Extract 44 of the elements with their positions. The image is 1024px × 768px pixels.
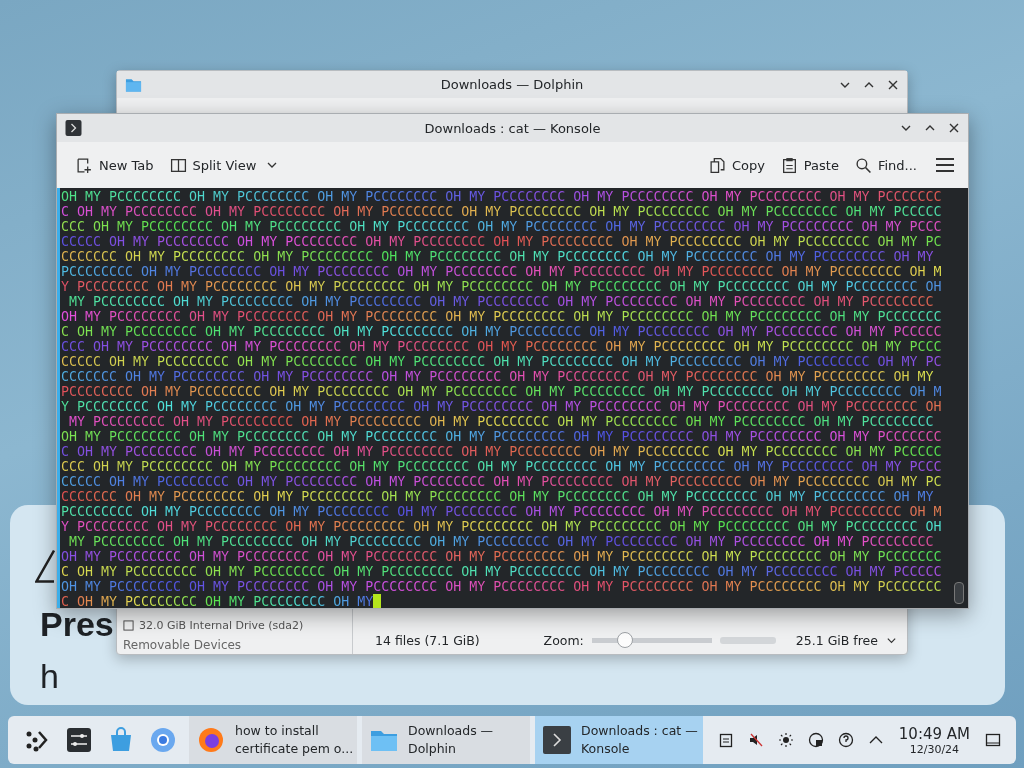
places-section-label: Removable Devices	[123, 637, 243, 652]
status-text: 14 files (7.1 GiB)	[375, 633, 480, 648]
taskbar-task[interactable]: how to install certificate pem o...	[189, 716, 357, 764]
clock[interactable]: 10:49 AM 12/30/24	[890, 724, 978, 756]
search-icon	[854, 156, 872, 174]
taskbar-task[interactable]: Downloads — Dolphin	[362, 716, 530, 764]
brightness-icon[interactable]	[777, 732, 794, 748]
copy-button[interactable]: Copy	[703, 152, 770, 178]
fox-globe-icon	[197, 726, 225, 754]
clipboard-icon	[780, 156, 798, 174]
page-heading: Pres	[40, 605, 114, 644]
new-tab-icon	[76, 156, 93, 174]
clipboard-icon[interactable]	[717, 732, 734, 748]
drive-icon	[123, 620, 134, 631]
muted-speaker-icon[interactable]	[747, 732, 764, 748]
find-button[interactable]: Find...	[849, 152, 922, 178]
menu-icon[interactable]	[936, 158, 954, 172]
terminal-icon	[65, 120, 82, 136]
copy-icon	[708, 156, 726, 174]
split-view-icon	[169, 156, 187, 174]
terminal-icon	[543, 726, 571, 754]
capacity-bar	[719, 637, 776, 644]
new-tab-button[interactable]: New Tab	[71, 152, 159, 178]
window-title: Downloads : cat — Konsole	[424, 120, 601, 136]
help-icon[interactable]	[837, 732, 854, 748]
close-icon[interactable]	[948, 122, 960, 134]
show-desktop-icon[interactable]	[985, 732, 1001, 748]
browser-icon[interactable]	[149, 726, 177, 754]
network-icon[interactable]	[807, 732, 824, 748]
slider-handle[interactable]	[617, 632, 634, 648]
text-cursor	[373, 594, 382, 608]
scrollbar-handle[interactable]	[954, 582, 964, 604]
window-title: Downloads — Dolphin	[440, 77, 584, 92]
page-heading: h	[40, 657, 59, 696]
chevron-down-icon[interactable]	[886, 635, 897, 646]
folder-icon	[125, 76, 142, 93]
split-view-button[interactable]: Split View	[164, 152, 284, 178]
places-item[interactable]: 32.0 GiB Internal Drive (sda2)	[123, 619, 346, 632]
close-icon[interactable]	[887, 78, 899, 91]
zoom-label: Zoom:	[543, 633, 584, 648]
paste-button[interactable]: Paste	[775, 152, 844, 178]
settings-sliders-icon[interactable]	[65, 726, 93, 754]
taskbar-task[interactable]: Downloads : cat — Konsole	[535, 716, 703, 764]
free-space-text[interactable]: 25.1 GiB free	[795, 633, 878, 648]
